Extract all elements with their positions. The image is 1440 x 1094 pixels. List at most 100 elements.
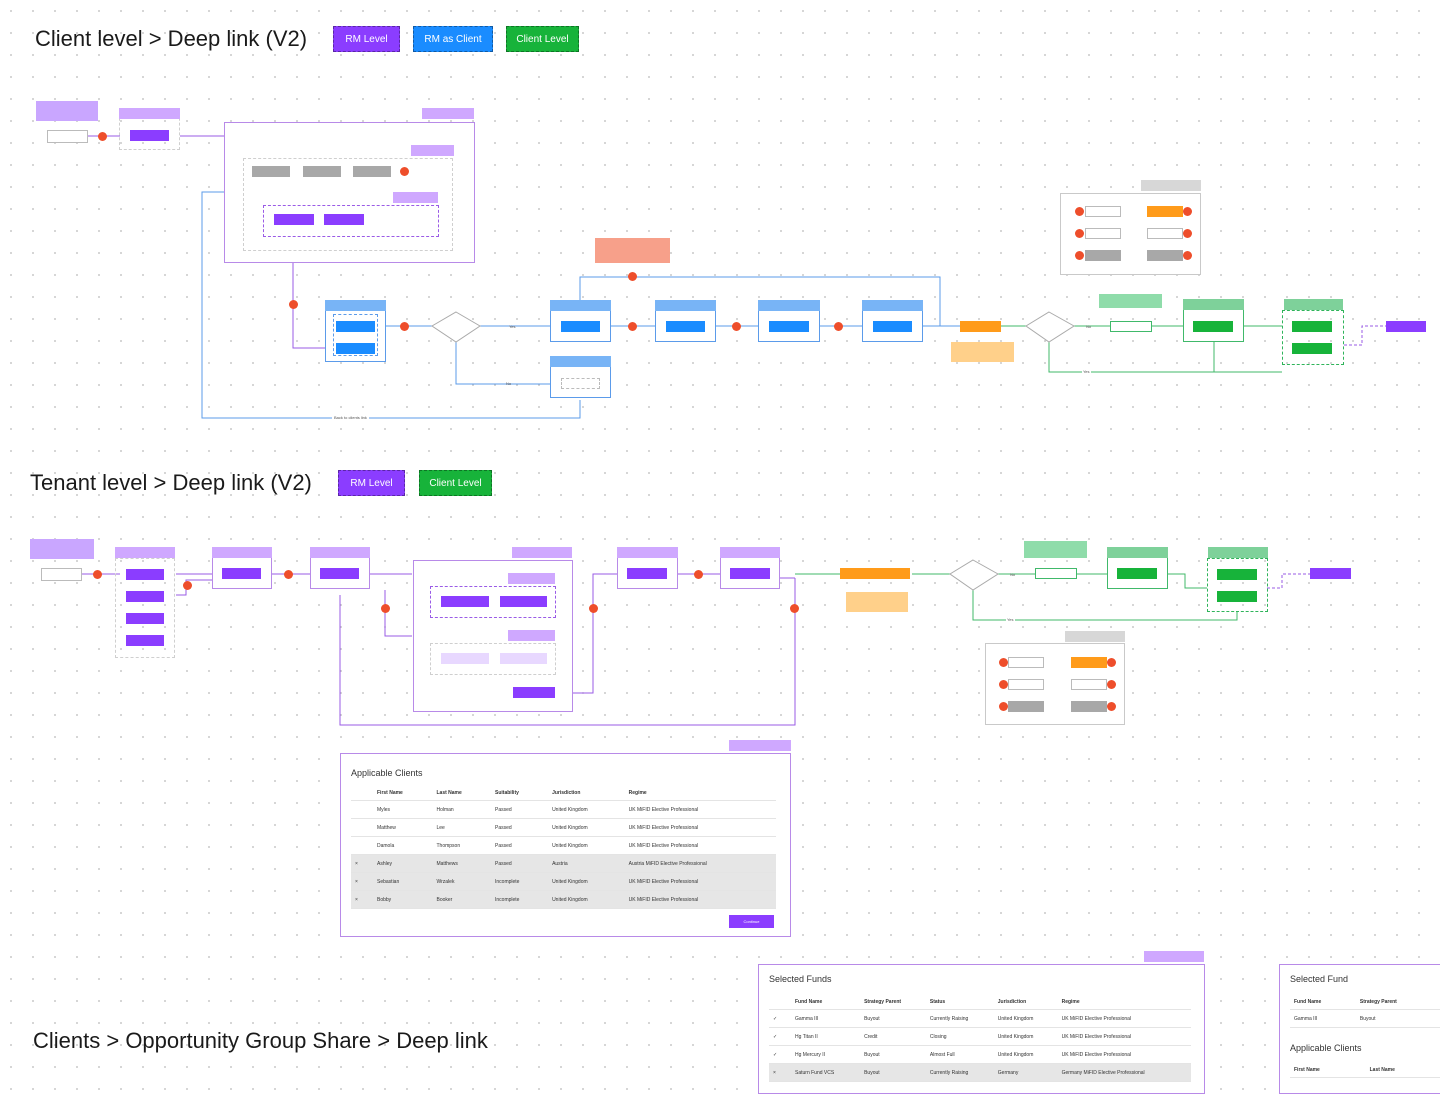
tenant-login-submit: [1008, 701, 1044, 712]
row-mark: ×: [351, 890, 373, 909]
top-nav-header-tenant: [115, 547, 175, 558]
cell: Ashley: [373, 854, 433, 873]
table-row[interactable]: ✓ Hg Mercury II Buyout Almost Full Unite…: [769, 1045, 1191, 1064]
tenant-content-user-note: [1024, 541, 1087, 558]
cell: Buyout: [1355, 1009, 1440, 1028]
rm-opportunities-btn: [126, 591, 164, 602]
check-box-selected-btn: [441, 596, 489, 607]
table-row[interactable]: × Ashley Matthews Passed Austria Austria…: [351, 854, 776, 873]
cell: Hg Titan II: [791, 1027, 861, 1046]
login-check-sms: [1147, 206, 1183, 217]
cell: UK MiFID Elective Professional: [624, 890, 776, 909]
table-row[interactable]: ✓ Hg Titan II Credit Closing United King…: [769, 1027, 1191, 1046]
col-suitability: Suitability: [491, 785, 549, 801]
cl-edit-email-btn: [769, 321, 809, 332]
redirect-note: [595, 238, 670, 263]
tenant-login-node: [1035, 568, 1077, 579]
table-page-header-3: [1144, 951, 1204, 962]
login-submit: [1085, 250, 1121, 261]
cl-opportunities-btn: [336, 321, 375, 332]
table-row[interactable]: × Sebastian Wrzalek Incomplete United Ki…: [351, 872, 776, 891]
back-to-clients-label: Back to clients link: [332, 415, 369, 420]
table-row[interactable]: Damola Thompson Passed United Kingdom UK…: [351, 836, 776, 855]
rm-client-list-btn-tenant: [126, 569, 164, 580]
login-submit-2: [1147, 250, 1183, 261]
tenant-email-event-node: [840, 568, 910, 579]
table-row[interactable]: × Bobby Booker Incomplete United Kingdom…: [351, 890, 776, 909]
step-marker: [381, 604, 390, 613]
no-label: No: [1086, 324, 1092, 329]
tenant-edit-email-btn: [627, 568, 667, 579]
cell: United Kingdom: [993, 1027, 1058, 1046]
row-mark: ✓: [769, 1009, 791, 1028]
yes-label: Yes: [509, 324, 516, 329]
col-last-name: Last Name: [432, 785, 491, 801]
selected-funds-title: Selected Funds: [769, 974, 832, 984]
row-mark: [351, 836, 373, 855]
cl-fund-header: [655, 300, 716, 311]
continue-button[interactable]: Continue: [729, 915, 774, 928]
request-modal-header: [1284, 299, 1343, 310]
step-marker: [400, 167, 409, 176]
cl-share-page-header: [758, 300, 820, 311]
rm-login-node-tenant: [41, 568, 82, 581]
tenant-fund-header: [310, 547, 370, 558]
no-label: No: [506, 381, 512, 386]
tenant-login-submit-2: [1071, 701, 1107, 712]
cell: Passed: [491, 836, 549, 855]
table-page-header-2: [729, 740, 791, 751]
cell: Saturn Fund VCS: [791, 1063, 861, 1082]
cell: Almost Full: [925, 1045, 994, 1064]
table-row[interactable]: Gamma III Buyout: [1290, 1009, 1440, 1028]
selected-fund-clients-table: First Name Last Name: [1290, 1062, 1440, 1078]
tenant-share-page-header: [617, 547, 678, 558]
cell: Gamma III: [791, 1009, 861, 1028]
email-note: [951, 342, 1014, 362]
cell: United Kingdom: [548, 836, 625, 855]
tenant-login-username: [1008, 657, 1044, 668]
client-pill-3: [353, 166, 391, 177]
step-marker: [999, 658, 1008, 667]
select-all-btn: [500, 596, 547, 607]
submit-btn: [1292, 343, 1332, 354]
table-row[interactable]: Matthew Lee Passed United Kingdom UK MiF…: [351, 818, 776, 837]
cell: UK MiFID Elective Professional: [624, 800, 776, 819]
col-fund-name: Fund Name: [1290, 994, 1356, 1010]
col-jurisdiction: Jurisdiction: [993, 994, 1058, 1010]
selected-fund-title: Selected Fund: [1290, 974, 1349, 984]
row-mark: [351, 818, 373, 837]
cell: Lee: [432, 818, 491, 837]
no-label: No: [1010, 572, 1016, 577]
step-marker: [1107, 702, 1116, 711]
table-row[interactable]: × Saturn Fund VCS Buyout Currently Raisi…: [769, 1063, 1191, 1082]
cell: Austria: [548, 854, 625, 873]
login-node: [1110, 321, 1152, 332]
cell: Holman: [432, 800, 491, 819]
step-marker: [694, 570, 703, 579]
step-marker: [1183, 229, 1192, 238]
cell: UK MiFID Elective Professional: [1057, 1027, 1191, 1046]
step-marker: [589, 604, 598, 613]
cell: Germany: [993, 1063, 1058, 1082]
cl-profile-header: [325, 300, 386, 311]
row-mark: ✓: [769, 1027, 791, 1046]
step-marker: [1075, 251, 1084, 260]
login-input-code: [1147, 228, 1183, 239]
col-strategy-parent: Strategy Parent: [860, 994, 926, 1010]
table-row[interactable]: ✓ Gamma III Buyout Currently Raising Uni…: [769, 1009, 1191, 1028]
cell: Matthew: [373, 818, 433, 837]
rm-client-list-header: [422, 108, 474, 119]
col-strategy-parent: Strategy Parent: [1355, 994, 1440, 1010]
table-row[interactable]: Myles Holman Passed United Kingdom UK Mi…: [351, 800, 776, 819]
cl-share-btn: [666, 321, 705, 332]
cl-opp-header: [550, 300, 611, 311]
top-nav-header: [119, 108, 180, 119]
cell: Buyout: [860, 1045, 926, 1064]
cell: Matthews: [432, 854, 491, 873]
step-marker: [284, 570, 293, 579]
existing-view-header: [393, 192, 438, 203]
col-last-name: Last Name: [1365, 1062, 1440, 1078]
cell: Passed: [491, 854, 549, 873]
row-mark: ×: [351, 854, 373, 873]
cell: Gamma III: [1290, 1009, 1356, 1028]
